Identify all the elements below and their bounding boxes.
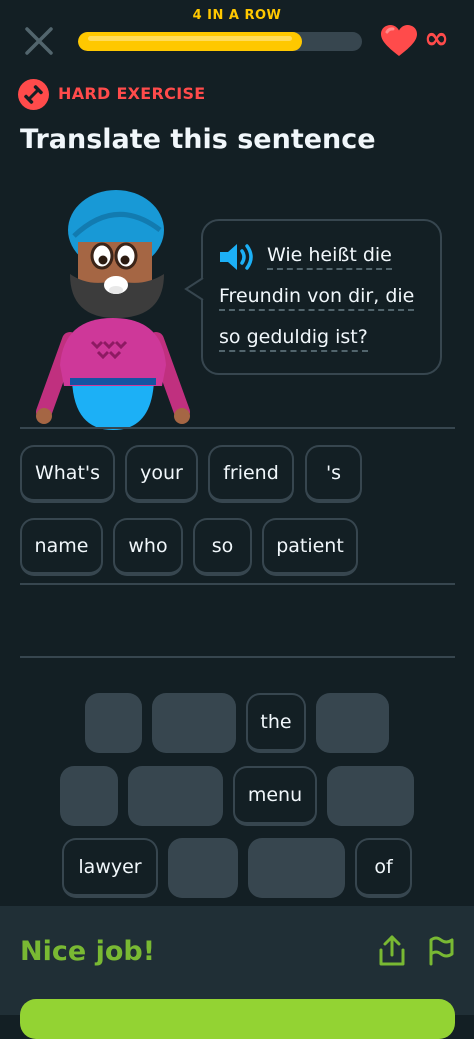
continue-button[interactable]: [20, 999, 455, 1039]
used-word-slot: [152, 693, 236, 753]
word-bank-chip[interactable]: lawyer: [62, 838, 158, 898]
page-title: Translate this sentence: [20, 124, 376, 155]
prompt-line[interactable]: Freundin von dir, die: [219, 284, 415, 311]
answer-chip[interactable]: who: [113, 518, 183, 576]
answer-line: [20, 656, 455, 658]
infinite-hearts-label: ∞: [424, 21, 449, 56]
used-word-slot: [316, 693, 389, 753]
answer-chip[interactable]: patient: [262, 518, 358, 576]
prompt-line[interactable]: Wie heißt die: [267, 243, 392, 270]
hard-exercise-badge: HARD EXERCISE: [58, 84, 206, 103]
speech-bubble-tail: [184, 277, 206, 301]
answer-chip[interactable]: friend: [208, 445, 294, 503]
answer-line: [20, 427, 455, 429]
character-illustration: [36, 190, 190, 430]
share-icon[interactable]: [376, 934, 408, 968]
word-bank-chip[interactable]: the: [246, 693, 306, 753]
used-word-slot: [60, 766, 118, 826]
flag-icon[interactable]: [426, 934, 456, 966]
speaker-icon[interactable]: [218, 240, 258, 274]
used-word-slot: [168, 838, 238, 898]
dumbbell-icon: [18, 79, 49, 110]
answer-chip[interactable]: What's: [20, 445, 115, 503]
word-bank-chip[interactable]: menu: [233, 766, 317, 826]
word-bank-chip[interactable]: of: [355, 838, 412, 898]
used-word-slot: [128, 766, 223, 826]
used-word-slot: [248, 838, 345, 898]
progress-shine: [88, 36, 293, 41]
progress-fill: [78, 32, 303, 51]
answer-chip[interactable]: your: [125, 445, 198, 503]
prompt-line[interactable]: so geduldig ist?: [219, 325, 368, 352]
used-word-slot: [85, 693, 142, 753]
answer-line: [20, 583, 455, 585]
streak-label: 4 IN A ROW: [192, 8, 282, 23]
lesson-progress-bar: [78, 32, 362, 51]
answer-chip[interactable]: name: [20, 518, 103, 576]
answer-chip[interactable]: so: [193, 518, 252, 576]
heart-icon[interactable]: [380, 24, 418, 58]
used-word-slot: [327, 766, 414, 826]
answer-chip[interactable]: 's: [305, 445, 362, 503]
feedback-message: Nice job!: [20, 936, 156, 967]
close-icon[interactable]: [22, 24, 56, 58]
